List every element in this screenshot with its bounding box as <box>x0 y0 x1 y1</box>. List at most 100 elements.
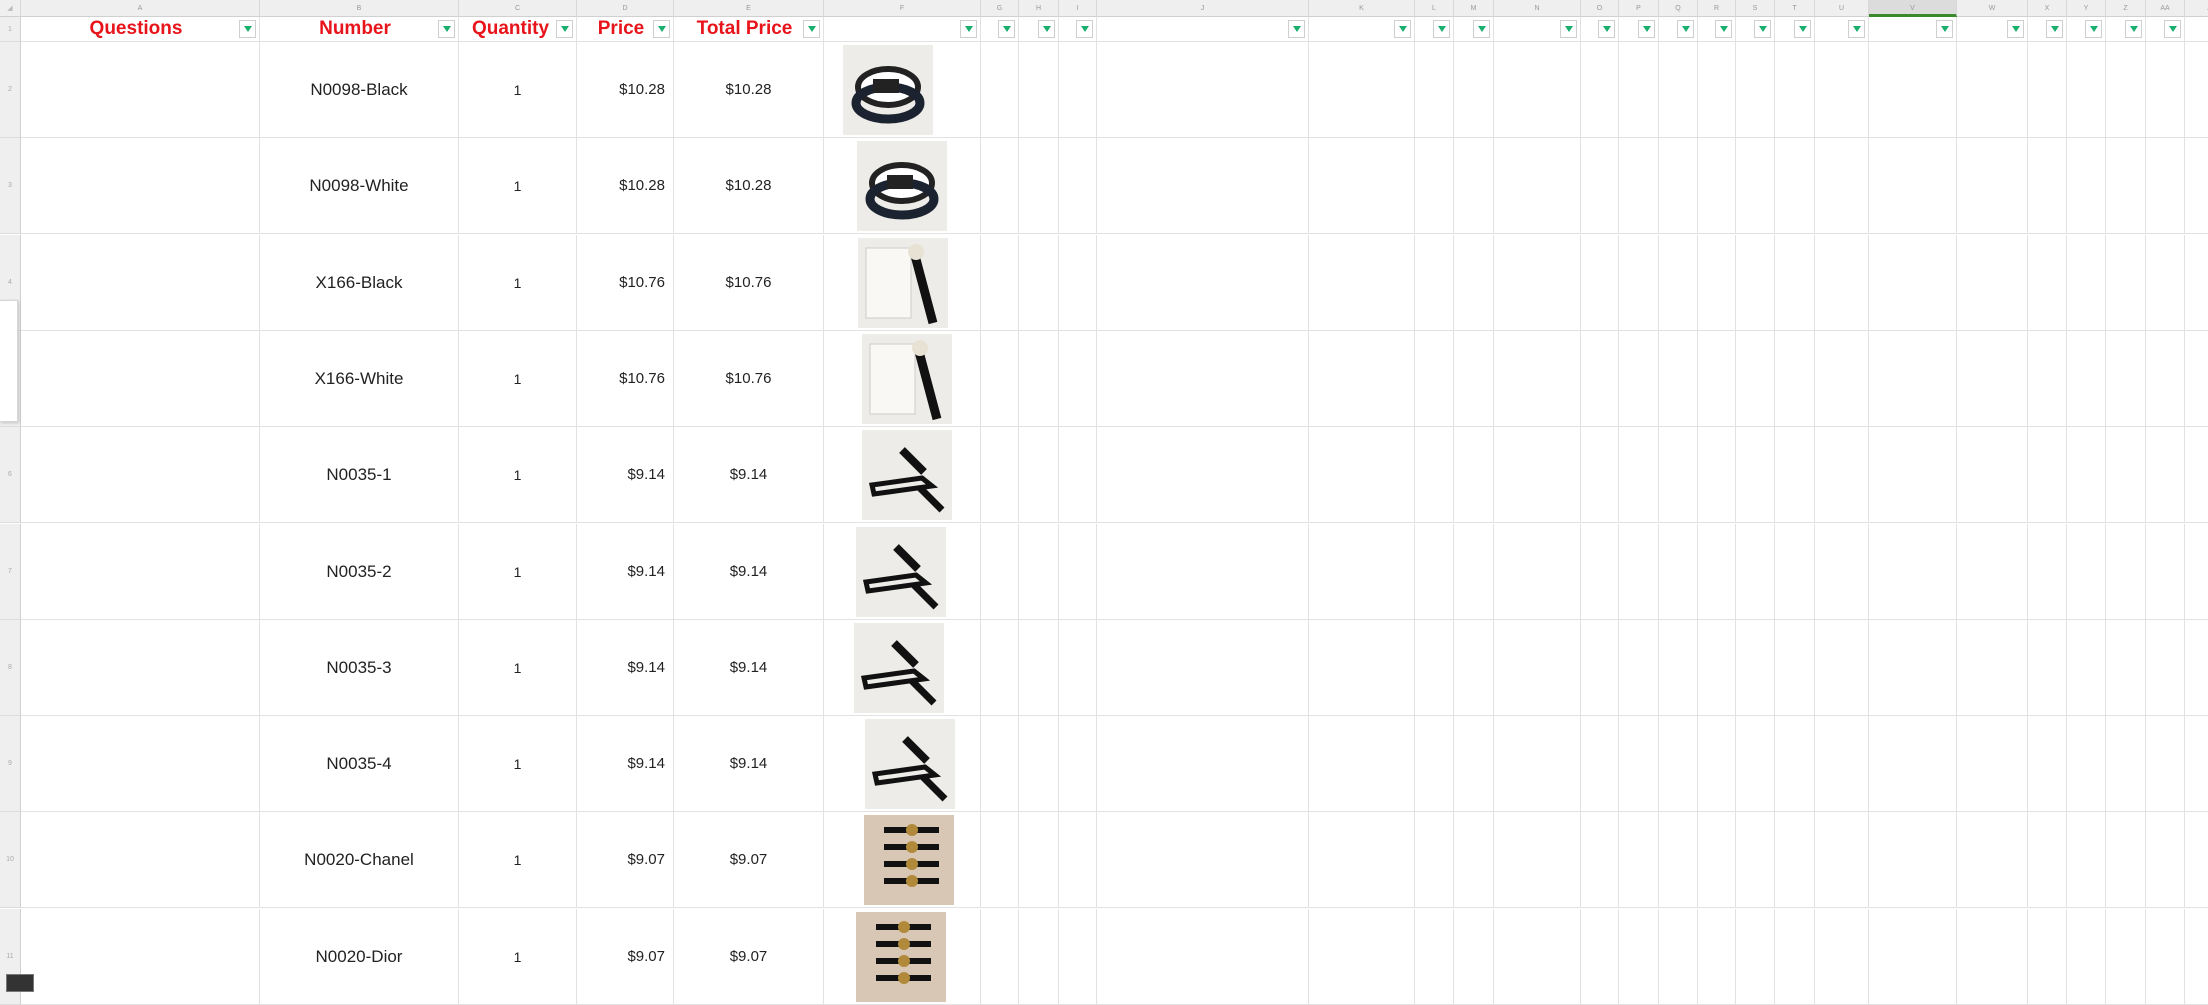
table-cell[interactable] <box>21 620 260 716</box>
product-image[interactable] <box>856 912 946 1002</box>
table-cell[interactable] <box>2106 620 2146 716</box>
header-cell-l[interactable] <box>1415 17 1454 42</box>
column-header-q[interactable]: Q <box>1659 0 1698 17</box>
header-cell-r[interactable] <box>1698 17 1736 42</box>
filter-dropdown-button[interactable] <box>2046 20 2063 38</box>
column-header-g[interactable]: G <box>981 0 1019 17</box>
header-cell-x[interactable] <box>2028 17 2067 42</box>
table-cell[interactable] <box>1097 331 1309 427</box>
table-cell[interactable] <box>1097 235 1309 331</box>
table-cell[interactable] <box>1815 235 1869 331</box>
table-cell[interactable] <box>2185 427 2208 523</box>
header-cell-k[interactable] <box>1309 17 1415 42</box>
table-cell[interactable] <box>1581 427 1619 523</box>
table-cell[interactable] <box>2185 331 2208 427</box>
header-cell-w[interactable] <box>1957 17 2028 42</box>
table-cell[interactable] <box>1581 42 1619 138</box>
table-cell[interactable] <box>2185 138 2208 234</box>
header-cell-i[interactable] <box>1059 17 1097 42</box>
column-header-a[interactable]: A <box>21 0 260 17</box>
table-cell[interactable] <box>2106 524 2146 620</box>
table-cell[interactable] <box>1097 812 1309 908</box>
table-cell-total[interactable]: $10.28 <box>674 42 824 138</box>
table-cell[interactable] <box>1097 909 1309 1005</box>
table-cell[interactable] <box>1019 42 1059 138</box>
filter-dropdown-button[interactable] <box>2007 20 2024 38</box>
header-cell-d[interactable]: Price <box>577 17 674 42</box>
row-header-10[interactable]: 10 <box>0 812 21 908</box>
table-cell[interactable] <box>1619 909 1659 1005</box>
column-header-m[interactable]: M <box>1454 0 1494 17</box>
table-cell[interactable] <box>1815 138 1869 234</box>
table-cell-total[interactable]: $9.14 <box>674 620 824 716</box>
table-cell-number[interactable]: X166-White <box>260 331 459 427</box>
filter-dropdown-button[interactable] <box>1754 20 1771 38</box>
table-cell[interactable] <box>1698 812 1736 908</box>
table-cell-total[interactable]: $10.76 <box>674 331 824 427</box>
table-cell[interactable] <box>2106 716 2146 812</box>
table-cell[interactable] <box>1581 524 1619 620</box>
column-header-z[interactable]: Z <box>2106 0 2146 17</box>
table-cell[interactable] <box>21 138 260 234</box>
table-cell[interactable] <box>1415 812 1454 908</box>
header-cell-z[interactable] <box>2106 17 2146 42</box>
table-cell[interactable] <box>1059 138 1097 234</box>
table-cell[interactable] <box>981 716 1019 812</box>
table-cell[interactable] <box>1494 42 1581 138</box>
table-cell[interactable] <box>1698 909 1736 1005</box>
table-cell[interactable] <box>21 235 260 331</box>
table-cell[interactable] <box>2106 42 2146 138</box>
header-cell-c[interactable]: Quantity <box>459 17 577 42</box>
table-cell[interactable] <box>1775 235 1815 331</box>
column-header-c[interactable]: C <box>459 0 577 17</box>
table-cell[interactable] <box>1019 909 1059 1005</box>
table-cell[interactable] <box>21 427 260 523</box>
table-cell[interactable] <box>2028 620 2067 716</box>
table-cell[interactable] <box>1059 909 1097 1005</box>
column-header-u[interactable]: U <box>1815 0 1869 17</box>
table-cell[interactable] <box>1454 331 1494 427</box>
table-cell[interactable] <box>2146 138 2185 234</box>
table-cell[interactable] <box>2185 620 2208 716</box>
header-cell-f[interactable] <box>824 17 981 42</box>
table-cell[interactable] <box>1619 138 1659 234</box>
table-cell[interactable] <box>1097 620 1309 716</box>
row-header-3[interactable]: 3 <box>0 138 21 234</box>
header-cell-g[interactable] <box>981 17 1019 42</box>
table-cell[interactable] <box>981 909 1019 1005</box>
table-cell[interactable] <box>1309 427 1415 523</box>
product-image[interactable] <box>843 45 933 135</box>
filter-dropdown-button[interactable] <box>1598 20 1615 38</box>
table-cell[interactable] <box>2067 331 2106 427</box>
filter-dropdown-button[interactable] <box>1394 20 1411 38</box>
header-cell-p[interactable] <box>1619 17 1659 42</box>
column-header-b[interactable]: B <box>260 0 459 17</box>
table-cell[interactable] <box>1019 138 1059 234</box>
table-cell-total[interactable]: $9.07 <box>674 909 824 1005</box>
column-header-i[interactable]: I <box>1059 0 1097 17</box>
filter-dropdown-button[interactable] <box>1638 20 1655 38</box>
table-cell[interactable] <box>1815 524 1869 620</box>
table-cell-price[interactable]: $9.14 <box>577 524 674 620</box>
table-cell[interactable] <box>1815 909 1869 1005</box>
table-cell[interactable] <box>1309 42 1415 138</box>
table-cell[interactable] <box>1659 331 1698 427</box>
table-cell[interactable] <box>1494 524 1581 620</box>
table-cell[interactable] <box>1736 716 1775 812</box>
table-cell[interactable] <box>1775 427 1815 523</box>
table-cell[interactable] <box>1869 235 1957 331</box>
table-cell[interactable] <box>2067 716 2106 812</box>
table-cell[interactable] <box>2067 235 2106 331</box>
table-cell[interactable] <box>2106 427 2146 523</box>
table-cell-number[interactable]: N0035-4 <box>260 716 459 812</box>
table-cell[interactable] <box>1619 620 1659 716</box>
column-header-ab[interactable]: AB <box>2185 0 2208 17</box>
table-cell[interactable] <box>1957 909 2028 1005</box>
table-cell[interactable] <box>21 331 260 427</box>
table-cell[interactable] <box>1869 138 1957 234</box>
table-cell[interactable] <box>981 524 1019 620</box>
table-cell[interactable] <box>1309 716 1415 812</box>
table-cell[interactable] <box>2067 620 2106 716</box>
row-header-2[interactable]: 2 <box>0 42 21 138</box>
keyboard-icon[interactable] <box>6 974 34 992</box>
